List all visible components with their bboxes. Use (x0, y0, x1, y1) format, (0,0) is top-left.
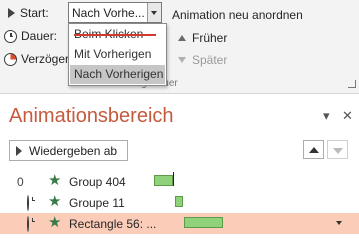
duration-label: Dauer: (21, 29, 58, 43)
timing-bar[interactable] (184, 217, 223, 228)
start-dropdown-list: Beim Klicken Mit Vorherigen Nach Vorheri… (68, 23, 167, 86)
start-label: Start: (20, 6, 49, 20)
reorder-animation-label: Animation neu anordnen (172, 8, 303, 22)
pane-title: Animationsbereich (9, 105, 174, 127)
play-from-button[interactable]: Wiedergeben ab (9, 140, 128, 161)
start-combobox[interactable]: Nach Vorhe... (68, 2, 162, 23)
delay-label: Verzöger (21, 52, 70, 66)
option-on-click[interactable]: Beim Klicken (70, 25, 165, 44)
star-effect-icon: ★ (48, 172, 62, 189)
item-name: Groupe 11 (69, 196, 125, 210)
dialog-launcher-icon[interactable] (348, 80, 356, 88)
start-combobox-value: Nach Vorhe... (72, 6, 145, 20)
play-icon (8, 8, 15, 18)
delay-icon (4, 52, 17, 66)
item-name: Group 404 (69, 175, 126, 189)
ribbon-timing-group: Start: Nach Vorhe... Animation neu anord… (0, 0, 359, 94)
duration-row: Dauer: (4, 29, 57, 43)
item-name: Rectangle 56: ... (69, 217, 157, 231)
move-earlier-button[interactable]: Früher (178, 31, 227, 45)
timing-bar[interactable] (154, 175, 173, 186)
start-row: Start: (8, 6, 49, 20)
delay-row: Verzöger (4, 52, 69, 66)
timeline-marker (173, 172, 174, 186)
timing-bar[interactable] (175, 196, 183, 207)
close-icon[interactable]: ✕ (342, 108, 353, 124)
pane-menu-icon[interactable]: ▾ (323, 108, 330, 124)
play-from-label: Wiedergeben ab (29, 143, 118, 158)
triangle-up-icon (309, 147, 319, 153)
chevron-down-icon[interactable] (336, 221, 342, 225)
strikethrough-mark (74, 34, 156, 36)
chevron-down-icon[interactable] (147, 3, 161, 22)
option-with-previous[interactable]: Mit Vorherigen (70, 45, 165, 64)
animation-list-item-selected[interactable]: ★ Rectangle 56: ... (0, 213, 359, 234)
star-effect-icon: ★ (48, 193, 62, 210)
clock-icon (27, 195, 33, 211)
earlier-label: Früher (192, 31, 228, 45)
later-label: Später (192, 53, 228, 67)
play-icon (16, 145, 22, 156)
move-later-button[interactable]: Später (178, 53, 227, 67)
animation-pane: Animationsbereich ▾ ✕ Wiedergeben ab 0 ★… (0, 94, 359, 246)
reorder-label-row: Animation neu anordnen (172, 8, 303, 22)
star-effect-icon: ★ (48, 214, 62, 231)
arrow-up-icon (178, 35, 186, 41)
move-down-button[interactable] (327, 140, 348, 159)
arrow-down-icon (178, 57, 186, 63)
animation-list-item[interactable]: 0 ★ Group 404 (0, 171, 359, 192)
clock-icon (27, 216, 33, 232)
option-with-previous-label: Mit Vorherigen (74, 47, 152, 61)
clock-icon (4, 29, 17, 43)
item-index: 0 (17, 175, 24, 189)
option-after-previous-label: Nach Vorherigen (74, 67, 164, 81)
animation-list-item[interactable]: ★ Groupe 11 (0, 192, 359, 213)
triangle-down-icon (333, 148, 343, 154)
option-after-previous[interactable]: Nach Vorherigen (70, 65, 165, 84)
move-up-button[interactable] (303, 140, 324, 159)
